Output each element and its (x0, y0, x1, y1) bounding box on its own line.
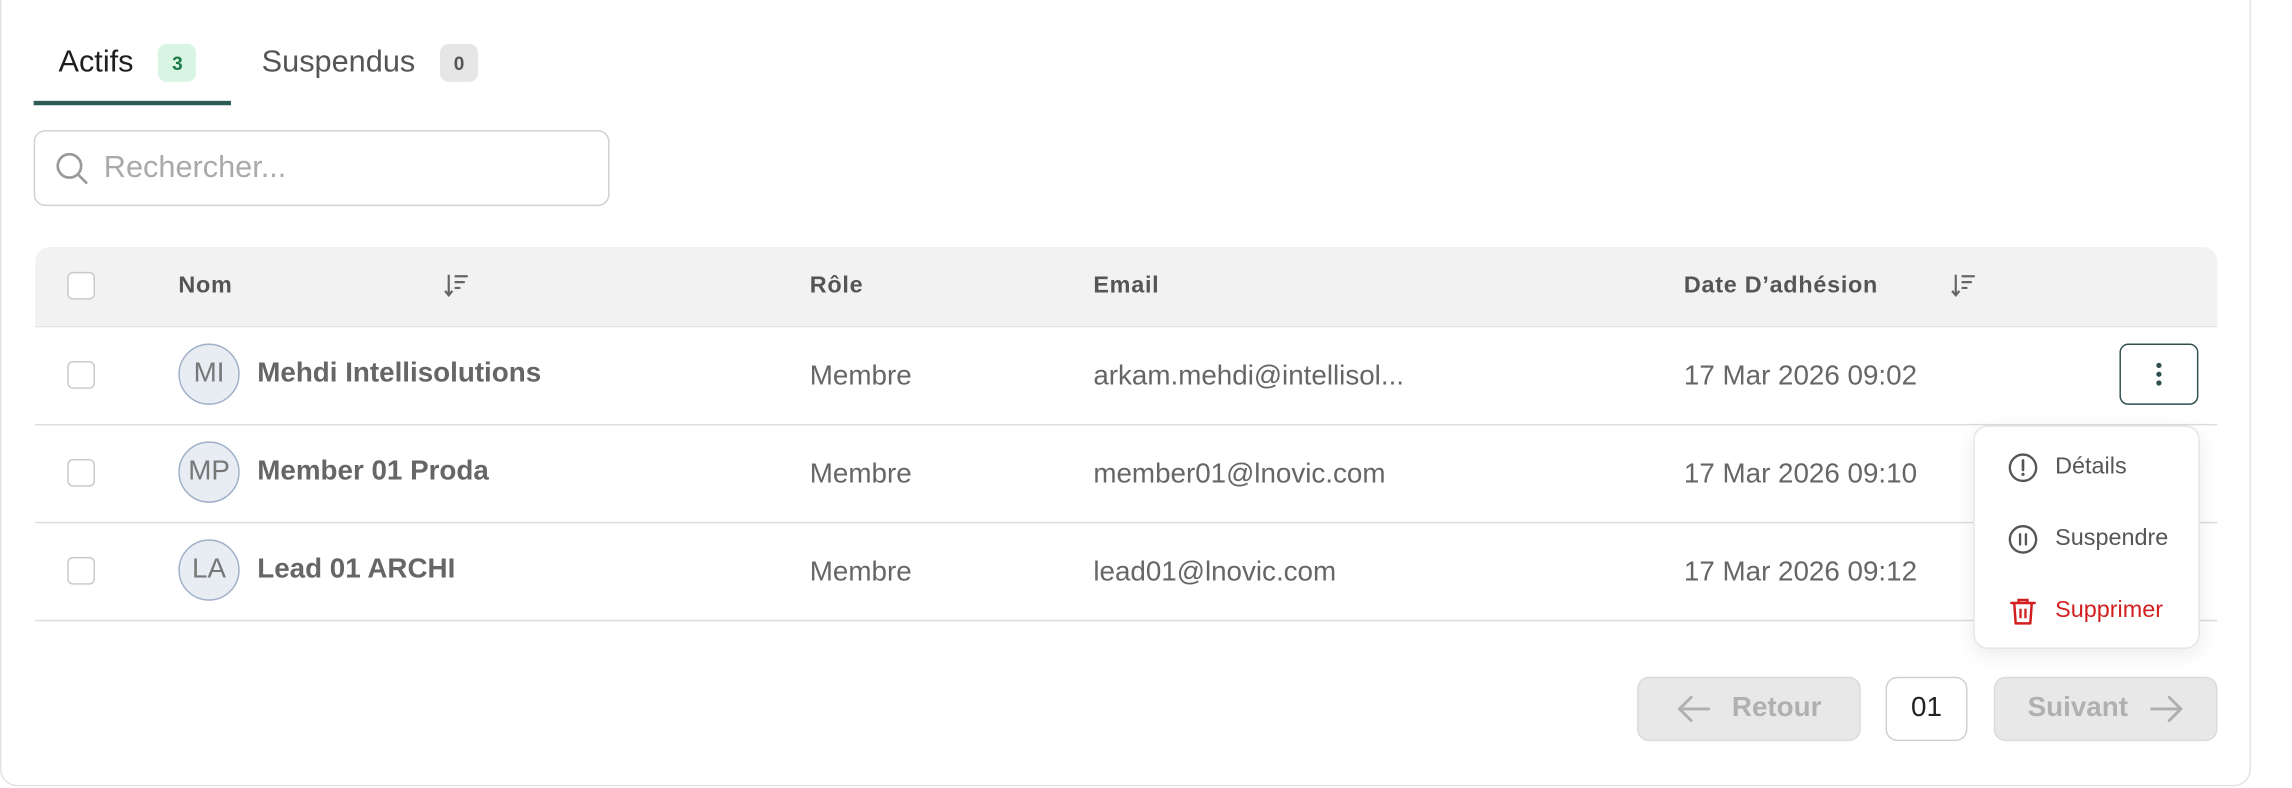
tab-suspendus-label: Suspendus (261, 45, 416, 79)
row-checkbox[interactable] (67, 556, 96, 585)
column-header-role: Rôle (809, 273, 864, 299)
menu-item-suspend[interactable]: Suspendre (2007, 523, 2168, 555)
row-checkbox[interactable] (67, 361, 96, 389)
member-join-date: 17 Mar 2026 09:02 (1683, 361, 1918, 392)
member-name: Member 01 Proda (257, 456, 489, 487)
tab-actifs-label: Actifs (58, 45, 134, 79)
member-role: Membre (809, 556, 912, 588)
search-icon (56, 152, 88, 185)
row-actions-menu: Détails Suspendre Supprimer (1973, 425, 2200, 649)
more-vertical-icon (2156, 362, 2162, 386)
row-actions-button[interactable] (2119, 343, 2199, 405)
table-row: MI Mehdi Intellisolutions Membre arkam.m… (35, 327, 2218, 426)
active-tab-indicator (33, 100, 231, 106)
member-join-date: 17 Mar 2026 09:10 (1683, 458, 1918, 490)
avatar: LA (178, 539, 240, 601)
arrow-right-icon (2149, 695, 2183, 723)
current-page-indicator[interactable]: 01 (1885, 676, 1968, 742)
menu-item-delete-label: Supprimer (2055, 597, 2164, 623)
avatar: MI (178, 343, 240, 405)
member-join-date: 17 Mar 2026 09:12 (1683, 556, 1918, 588)
member-role: Membre (809, 361, 912, 392)
pause-circle-icon (2008, 525, 2038, 554)
next-page-label: Suivant (2027, 692, 2128, 724)
member-email: lead01@lnovic.com (1093, 556, 1337, 588)
member-role: Membre (809, 458, 912, 490)
member-email: member01@lnovic.com (1093, 458, 1386, 490)
table-row: MP Member 01 Proda Membre member01@lnovi… (35, 425, 2218, 524)
menu-item-details[interactable]: Détails (2007, 452, 2127, 484)
column-header-email: Email (1093, 273, 1160, 299)
select-all-checkbox[interactable] (67, 271, 96, 300)
tab-actifs[interactable]: Actifs 3 (58, 43, 197, 82)
search-input[interactable] (100, 149, 575, 188)
previous-page-button[interactable]: Retour (1637, 676, 1861, 742)
avatar: MP (178, 441, 240, 503)
sort-date-icon[interactable] (1950, 272, 1976, 298)
member-email: arkam.mehdi@intellisol... (1093, 361, 1405, 392)
arrow-left-icon (1677, 695, 1711, 723)
table-header: Nom Rôle Email Date D’adhésion (35, 247, 2218, 328)
menu-item-details-label: Détails (2055, 454, 2127, 480)
member-name: Mehdi Intellisolutions (257, 358, 542, 389)
next-page-button[interactable]: Suivant (1993, 676, 2218, 742)
search-box (33, 130, 610, 207)
sort-nom-icon[interactable] (443, 272, 469, 298)
menu-item-suspend-label: Suspendre (2055, 526, 2169, 552)
tab-actifs-count-badge: 3 (158, 43, 197, 82)
info-circle-icon (2008, 453, 2038, 483)
menu-item-delete[interactable]: Supprimer (2007, 595, 2163, 627)
previous-page-label: Retour (1731, 692, 1822, 724)
tab-suspendus[interactable]: Suspendus 0 (261, 43, 479, 82)
column-header-date: Date D’adhésion (1683, 273, 1879, 299)
trash-icon (2010, 598, 2036, 625)
member-name: Lead 01 ARCHI (257, 553, 456, 585)
row-checkbox[interactable] (67, 458, 96, 487)
table-row: LA Lead 01 ARCHI Membre lead01@lnovic.co… (35, 523, 2218, 622)
tab-suspendus-count-badge: 0 (440, 43, 479, 82)
column-header-nom: Nom (178, 273, 233, 299)
